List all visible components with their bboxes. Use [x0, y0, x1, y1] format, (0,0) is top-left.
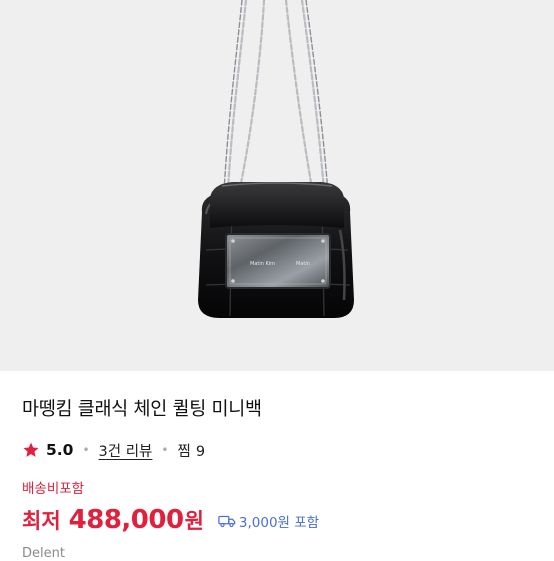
plate-logo-left: Matin Kim — [250, 261, 275, 267]
bag-illustration: Matin Kim Matin — [198, 0, 354, 318]
price-row: 최저 488,000 원 3,000원 포함 — [22, 501, 319, 539]
plate-logo-right: Matin — [296, 261, 310, 267]
rating-score: 5.0 — [46, 441, 74, 459]
likes-label: 찜 — [177, 443, 191, 460]
shipping-fee-text: 3,000원 포함 — [238, 515, 320, 531]
likes: 찜9 — [177, 440, 205, 461]
price-unit: 원 — [184, 509, 204, 533]
review-count-link[interactable]: 3건 리뷰 — [99, 440, 153, 461]
likes-count: 9 — [195, 443, 206, 460]
truck-icon — [218, 515, 236, 528]
product-image[interactable]: Matin Kim Matin — [0, 0, 554, 371]
separator-dot: • — [82, 443, 90, 457]
separator-dot: • — [161, 443, 169, 457]
price-value: 488,000 — [68, 505, 184, 535]
rating-row: 5.0 • 3건 리뷰 • 찜9 — [22, 439, 205, 461]
chain-strap — [223, 0, 329, 193]
star-icon — [23, 442, 39, 457]
product-title: 마뗑킴 클래식 체인 퀼팅 미니백 — [22, 399, 262, 420]
price-prefix: 최저 — [22, 509, 61, 533]
product-info: 마뗑킴 클래식 체인 퀼팅 미니백 5.0 • 3건 리뷰 • 찜9 배송비포함… — [0, 371, 554, 561]
shipping-fee: 3,000원 포함 — [218, 511, 319, 531]
shipping-included-label: 배송비포함 — [22, 481, 85, 497]
